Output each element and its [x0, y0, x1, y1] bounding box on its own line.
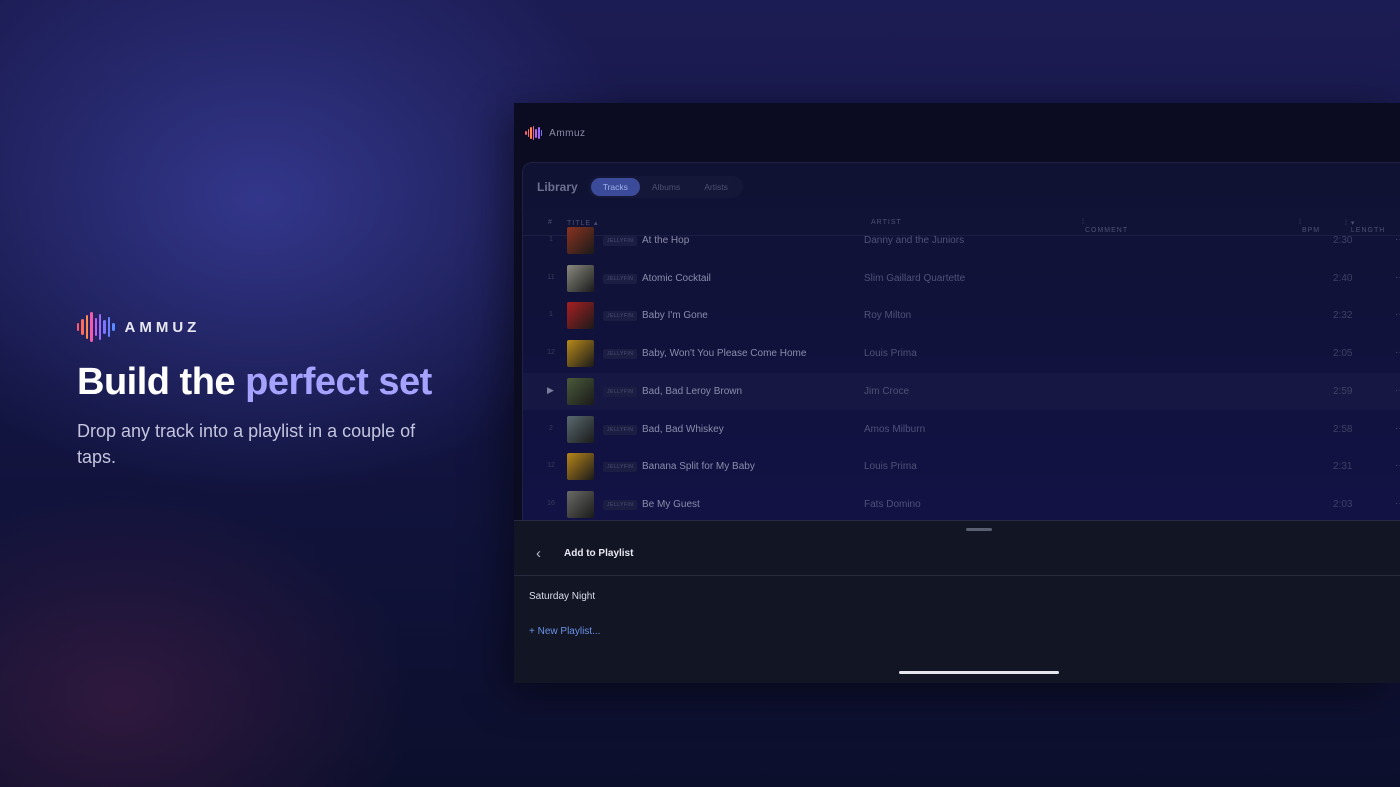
album-art: [567, 227, 594, 254]
back-chevron-icon[interactable]: ‹: [536, 545, 541, 562]
app-title: Ammuz: [549, 127, 586, 139]
sheet-drag-handle[interactable]: [966, 528, 992, 531]
track-row[interactable]: 2 JELLYFIN Bad, Bad Whiskey Amos Milburn 2:5…: [523, 411, 1400, 448]
more-options-icon[interactable]: ···: [1395, 309, 1400, 320]
source-badge: JELLYFIN: [603, 424, 638, 435]
track-length: 2:30: [1333, 235, 1353, 246]
track-row[interactable]: 12 JELLYFIN Baby, Won't You Please Come Ho…: [523, 335, 1400, 372]
track-row[interactable]: ▶ JELLYFIN Bad, Bad Leroy Brown Jim Croce 2:…: [523, 373, 1400, 410]
more-options-icon[interactable]: ···: [1395, 385, 1400, 396]
track-title: Bad, Bad Leroy Brown: [642, 385, 743, 397]
track-artist: Louis Prima: [864, 348, 917, 360]
library-title: Library: [537, 180, 578, 194]
track-artist: Slim Gaillard Quartette: [864, 272, 966, 284]
track-artist: Amos Milburn: [864, 423, 926, 435]
source-badge: JELLYFIN: [603, 349, 638, 360]
track-number: 12: [547, 462, 555, 470]
more-options-icon[interactable]: ···: [1395, 423, 1400, 434]
headline-accent: perfect set: [245, 361, 432, 403]
track-artist: Danny and the Juniors: [864, 235, 965, 246]
track-title: Baby, Won't You Please Come Home: [642, 348, 807, 360]
library-tabs: Tracks Albums Artists: [587, 176, 743, 198]
track-row[interactable]: 16 JELLYFIN Be My Guest Fats Domino 2:03 ···: [523, 486, 1400, 523]
track-title: Banana Split for My Baby: [642, 461, 755, 473]
track-artist: Jim Croce: [864, 385, 910, 397]
home-indicator: [899, 671, 1059, 674]
album-art: [567, 415, 594, 443]
track-row[interactable]: 12 JELLYFIN Banana Split for My Baby Louis …: [523, 448, 1400, 485]
more-options-icon[interactable]: ···: [1395, 460, 1400, 471]
playlist-item[interactable]: Saturday Night: [529, 591, 595, 602]
track-number: 1: [549, 236, 553, 243]
album-art: [567, 340, 594, 368]
track-number: 2: [549, 424, 553, 432]
new-playlist-link[interactable]: + New Playlist...: [529, 626, 600, 637]
track-number: 16: [547, 499, 555, 507]
source-badge: JELLYFIN: [603, 499, 638, 510]
title-bar: Ammuz: [514, 103, 1400, 163]
brand-name: AMMUZ: [124, 318, 201, 336]
add-to-playlist-sheet: ‹ Add to Playlist Saturday Night + New P…: [514, 520, 1400, 683]
album-art: [567, 453, 594, 481]
sheet-title: Add to Playlist: [564, 548, 634, 559]
album-art: [567, 490, 594, 518]
more-options-icon[interactable]: ···: [1395, 234, 1400, 245]
track-length: 2:32: [1333, 310, 1353, 322]
subline: Drop any track into a playlist in a coup…: [77, 421, 416, 467]
track-number: 12: [547, 349, 555, 357]
track-artist: Roy Milton: [864, 310, 912, 322]
track-title: Baby I'm Gone: [642, 310, 708, 322]
sheet-header: ‹ Add to Playlist: [514, 535, 1400, 576]
album-art: [567, 302, 594, 330]
headline: Build the perfect set: [77, 360, 497, 404]
track-number: 1: [549, 311, 553, 319]
source-badge: JELLYFIN: [603, 273, 638, 284]
track-artist: Louis Prima: [864, 461, 917, 473]
track-number: 11: [547, 273, 555, 281]
more-options-icon[interactable]: ···: [1395, 347, 1400, 358]
more-options-icon[interactable]: ···: [1395, 498, 1400, 509]
play-icon[interactable]: ▶: [547, 385, 554, 396]
waveform-logo-icon: [77, 312, 115, 342]
source-badge: JELLYFIN: [603, 462, 638, 473]
track-length: 2:59: [1333, 385, 1353, 397]
track-length: 2:05: [1333, 348, 1353, 360]
track-title: Atomic Cocktail: [642, 272, 711, 284]
track-length: 2:31: [1333, 461, 1353, 473]
app-logo-icon: [525, 126, 543, 140]
more-options-icon[interactable]: ···: [1395, 272, 1400, 283]
source-badge: JELLYFIN: [603, 386, 638, 397]
track-artist: Fats Domino: [864, 498, 921, 510]
brand: AMMUZ: [77, 312, 497, 342]
track-row[interactable]: 11 JELLYFIN Atomic Cocktail Slim Gaillard Q…: [523, 260, 1400, 297]
track-length: 2:03: [1333, 498, 1353, 510]
hero: AMMUZ Build the perfect set Drop any tra…: [77, 312, 497, 470]
tab-tracks[interactable]: Tracks: [590, 178, 640, 196]
track-row[interactable]: 1 JELLYFIN Baby I'm Gone Roy Milton 2:32 ···: [523, 297, 1400, 334]
track-title: Bad, Bad Whiskey: [642, 423, 724, 435]
tab-artists[interactable]: Artists: [692, 178, 740, 196]
album-art: [567, 264, 594, 292]
album-art: [567, 377, 594, 405]
track-length: 2:58: [1333, 423, 1353, 435]
track-row[interactable]: 1 JELLYFIN At the Hop Danny and the Juniors…: [523, 222, 1400, 259]
app-window: Ammuz Library Tracks Albums Artists # TITL…: [514, 103, 1400, 683]
track-length: 2:40: [1333, 272, 1353, 284]
headline-plain: Build the: [77, 361, 246, 403]
source-badge: JELLYFIN: [603, 236, 638, 246]
track-title: Be My Guest: [642, 498, 700, 510]
track-title: At the Hop: [642, 235, 690, 246]
tab-albums[interactable]: Albums: [640, 178, 692, 196]
library-header: Library Tracks Albums Artists: [537, 176, 743, 198]
source-badge: JELLYFIN: [603, 311, 638, 322]
